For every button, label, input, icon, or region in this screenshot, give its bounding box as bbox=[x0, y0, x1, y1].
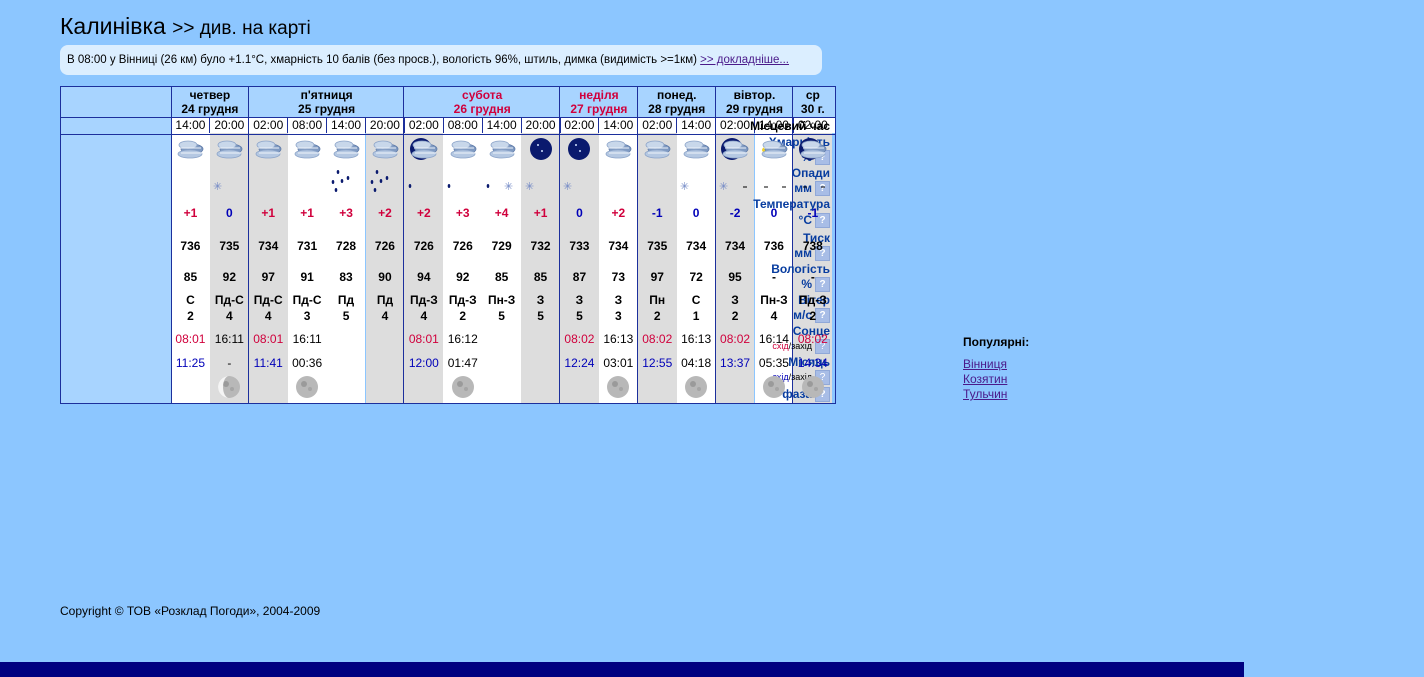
current-conditions-text: В 08:00 у Вінниці (26 км) було +1.1°C, х… bbox=[67, 54, 697, 66]
copyright: Copyright © ТОВ «Розклад Погоди», 2004-2… bbox=[60, 604, 321, 618]
bottom-bar bbox=[0, 662, 1244, 677]
city-name: Калинівка bbox=[60, 13, 166, 39]
popular-cities: Популярні: Вінниця Козятин Тульчин bbox=[963, 335, 1029, 402]
table-border bbox=[60, 86, 836, 404]
popular-link[interactable]: Тульчин bbox=[963, 387, 1029, 402]
popular-link[interactable]: Козятин bbox=[963, 372, 1029, 387]
map-link[interactable]: >> див. на карті bbox=[172, 18, 311, 39]
page-title: Калинівка >> див. на карті bbox=[60, 12, 311, 43]
popular-link[interactable]: Вінниця bbox=[963, 357, 1029, 372]
popular-heading: Популярні: bbox=[963, 335, 1030, 349]
more-details-link[interactable]: >> докладніше... bbox=[700, 54, 789, 66]
current-conditions: В 08:00 у Вінниці (26 км) було +1.1°C, х… bbox=[60, 45, 822, 75]
forecast-table: четвер 24 грудня п'ятниця 25 грудня субота 26… bbox=[60, 86, 836, 404]
